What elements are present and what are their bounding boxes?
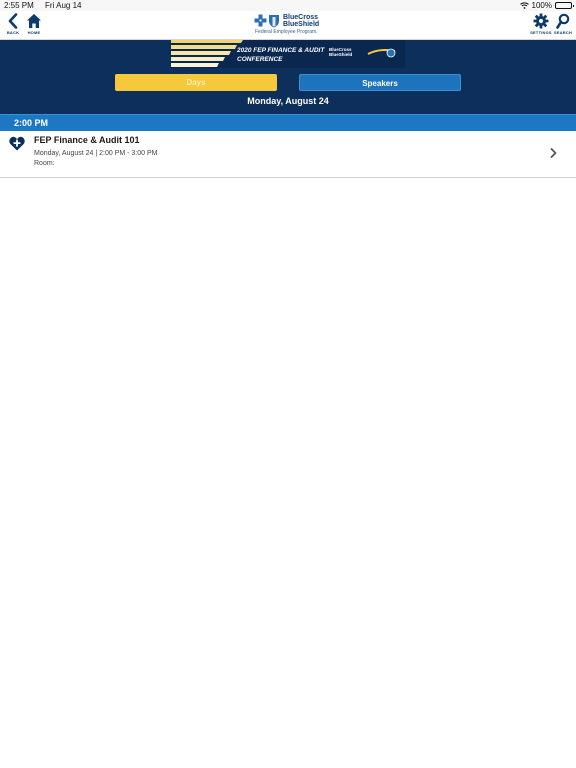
settings-label: SETTINGS xyxy=(530,30,552,35)
back-button[interactable]: BACK xyxy=(2,13,24,37)
tab-days[interactable]: Days xyxy=(115,74,277,91)
battery-percent: 100% xyxy=(531,1,552,10)
wifi-icon xyxy=(519,2,529,9)
session-room: Room: xyxy=(34,160,55,167)
brand-subtitle: Federal Employee Program. xyxy=(255,29,318,35)
chevron-right-icon xyxy=(550,148,557,158)
banner-brand-line2: BlueShield xyxy=(329,51,353,57)
conference-header: 2020 FEP FINANCE & AUDIT CONFERENCE Blue… xyxy=(0,40,576,114)
brand-name: BlueCross BlueShield xyxy=(283,14,319,28)
banner-brand: BlueCross BlueShield xyxy=(329,47,353,57)
status-left: 2:55 PM Fri Aug 14 xyxy=(4,1,82,10)
add-favorite-heart-icon[interactable] xyxy=(9,136,25,151)
time-slot-header: 2:00 PM xyxy=(0,114,576,131)
search-label: SEARCH xyxy=(553,30,573,35)
home-button[interactable]: HOME xyxy=(23,13,45,37)
session-title: FEP Finance & Audit 101 xyxy=(34,135,140,145)
battery-icon xyxy=(555,2,574,9)
brand-logo: BlueCross BlueShield Federal Employee Pr… xyxy=(254,13,334,37)
status-time: 2:55 PM xyxy=(4,1,34,10)
home-label: HOME xyxy=(27,30,41,35)
chevron-left-icon xyxy=(8,13,18,29)
selected-day-label: Monday, August 24 xyxy=(247,96,329,106)
banner-title-line1: 2020 FEP FINANCE & AUDIT xyxy=(237,47,325,54)
banner-title: 2020 FEP FINANCE & AUDIT CONFERENCE xyxy=(237,46,337,64)
search-icon xyxy=(556,13,570,29)
banner-title-line2: CONFERENCE xyxy=(237,56,283,63)
gear-icon xyxy=(533,13,549,29)
status-right: 100% xyxy=(519,1,574,10)
tab-speakers[interactable]: Speakers xyxy=(299,74,461,91)
conference-banner: 2020 FEP FINANCE & AUDIT CONFERENCE Blue… xyxy=(171,40,405,68)
status-date: Fri Aug 14 xyxy=(45,1,82,10)
brand-line2: BlueShield xyxy=(283,21,320,28)
bcbs-cross-shield-icon xyxy=(254,14,279,28)
brand-line1: BlueCross xyxy=(283,14,319,21)
session-datetime: Monday, August 24 | 2:00 PM - 3:00 PM xyxy=(34,150,158,157)
back-label: BACK xyxy=(6,30,20,35)
swoosh-logo-icon xyxy=(367,48,396,58)
nav-bar: BACK HOME BlueCross BlueShield Federal E… xyxy=(0,11,576,40)
status-bar: 2:55 PM Fri Aug 14 100% xyxy=(0,0,576,11)
settings-button[interactable]: SETTINGS xyxy=(530,13,552,37)
session-row[interactable]: FEP Finance & Audit 101 Monday, August 2… xyxy=(0,131,576,178)
home-icon xyxy=(27,14,41,28)
search-button[interactable]: SEARCH xyxy=(552,13,574,37)
